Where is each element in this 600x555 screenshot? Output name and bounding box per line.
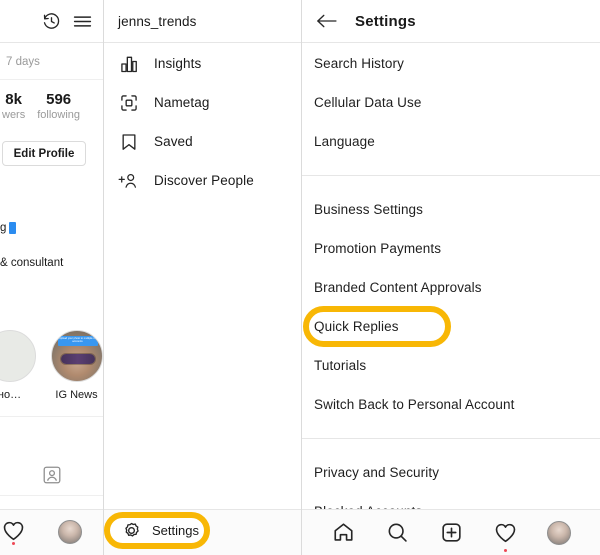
account-username: jenns_trends: [118, 13, 197, 29]
settings-row-switch-back-to-personal-account[interactable]: Switch Back to Personal Account: [302, 385, 600, 424]
account-menu-panel: jenns_trends Insights Nametag Saved Disc…: [104, 0, 301, 555]
settings-bottom-nav: [302, 509, 600, 555]
nametag-icon: [118, 92, 140, 114]
new-post-icon[interactable]: [434, 518, 468, 548]
menu-item-settings[interactable]: Settings: [104, 512, 210, 549]
menu-item-label: Nametag: [154, 95, 210, 110]
account-menu-list: Insights Nametag Saved Discover People: [104, 44, 301, 200]
blue-badge-icon: [9, 222, 17, 234]
menu-item-label: Discover People: [154, 173, 254, 188]
stat-followers-caption: wers: [2, 108, 26, 121]
menu-item-label: Saved: [154, 134, 193, 149]
insights-bar-chart-icon: [118, 53, 140, 75]
menu-item-insights[interactable]: Insights: [104, 44, 301, 83]
settings-row-tutorials[interactable]: Tutorials: [302, 346, 600, 385]
settings-group-gap: [302, 424, 600, 438]
settings-rows: Search History Cellular Data Use Languag…: [302, 44, 600, 509]
avatar: [58, 520, 82, 544]
avatar: [547, 520, 571, 545]
settings-row-business-settings[interactable]: Business Settings: [302, 190, 600, 229]
profile-bottom-nav: [0, 509, 103, 555]
insights-period-row[interactable]: 7 days: [0, 44, 103, 80]
story-highlight-item[interactable]: нo…: [0, 330, 37, 401]
stat-following[interactable]: 596 following: [37, 92, 80, 121]
settings-top-bar: Settings: [302, 0, 600, 43]
profile-avatar[interactable]: [58, 520, 82, 544]
settings-row-label: Quick Replies: [314, 319, 399, 334]
menu-item-discover-people[interactable]: Discover People: [104, 161, 301, 200]
settings-row-branded-content-approvals[interactable]: Branded Content Approvals: [302, 268, 600, 307]
stat-followers-number: 8k: [5, 91, 22, 108]
settings-row-search-history[interactable]: Search History: [302, 44, 600, 83]
story-highlight-thumbnail: [0, 330, 36, 382]
stat-following-caption: following: [37, 108, 81, 121]
home-icon[interactable]: [326, 518, 360, 548]
settings-row-quick-replies[interactable]: Quick Replies: [302, 306, 600, 347]
profile-top-bar: [0, 0, 103, 43]
bio-line-1: g: [0, 222, 17, 234]
bio-line-1-text: g: [0, 222, 7, 234]
menu-item-label: Settings: [152, 523, 199, 538]
menu-item-nametag[interactable]: Nametag: [104, 83, 301, 122]
story-highlight-item[interactable]: Upload your photo to multiple IG account…: [49, 330, 103, 401]
hamburger-menu-icon[interactable]: [72, 11, 93, 32]
profile-divider: [0, 416, 103, 417]
bio-line-2: & consultant: [0, 257, 64, 269]
menu-item-saved[interactable]: Saved: [104, 122, 301, 161]
gear-icon: [122, 521, 141, 540]
story-highlight-thumbnail: Upload your photo to multiple IG account…: [50, 330, 103, 382]
add-person-icon: [118, 170, 140, 192]
settings-group-gap: [302, 176, 600, 190]
story-highlight-banner-text: Upload your photo to multiple IG account…: [57, 336, 98, 346]
settings-row-language[interactable]: Language: [302, 122, 600, 161]
profile-panel: 7 days 8k wers 596 following Edit Profil…: [0, 0, 103, 555]
activity-badge-dot: [12, 542, 15, 545]
search-icon[interactable]: [380, 518, 414, 548]
insights-period-label: 7 days: [6, 55, 40, 68]
bookmark-icon: [118, 131, 140, 153]
settings-header: Settings: [302, 12, 416, 30]
activity-heart-icon[interactable]: [488, 518, 522, 552]
edit-profile-button[interactable]: Edit Profile: [2, 141, 86, 166]
profile-divider: [0, 495, 103, 496]
story-highlight-label: IG News: [55, 389, 98, 401]
screenshot-root: 7 days 8k wers 596 following Edit Profil…: [0, 0, 600, 555]
settings-group-gap: [302, 439, 600, 453]
profile-avatar[interactable]: [542, 518, 576, 548]
settings-row-privacy-and-security[interactable]: Privacy and Security: [302, 453, 600, 492]
activity-history-icon[interactable]: [42, 12, 61, 31]
menu-top-bar: jenns_trends: [104, 0, 301, 43]
settings-panel: Settings Search History Cellular Data Us…: [302, 0, 600, 555]
profile-top-icons: [42, 11, 103, 32]
stat-followers[interactable]: 8k wers: [2, 92, 25, 121]
menu-item-label: Insights: [154, 56, 202, 71]
settings-row-cellular-data-use[interactable]: Cellular Data Use: [302, 83, 600, 122]
profile-stats: 8k wers 596 following: [0, 92, 103, 121]
story-highlights-row: нo… Upload your photo to multiple IG acc…: [0, 330, 103, 401]
activity-badge-dot: [503, 548, 507, 552]
settings-group-gap: [302, 161, 600, 175]
story-highlight-label: нo…: [0, 389, 22, 401]
tagged-photos-tab[interactable]: [0, 464, 103, 486]
page-title: Settings: [355, 12, 416, 30]
back-arrow-icon[interactable]: [316, 12, 338, 30]
stat-following-number: 596: [46, 91, 72, 108]
activity-heart-icon[interactable]: [2, 520, 25, 545]
settings-row-promotion-payments[interactable]: Promotion Payments: [302, 229, 600, 268]
settings-row-blocked-accounts[interactable]: Blocked Accounts: [302, 492, 600, 509]
